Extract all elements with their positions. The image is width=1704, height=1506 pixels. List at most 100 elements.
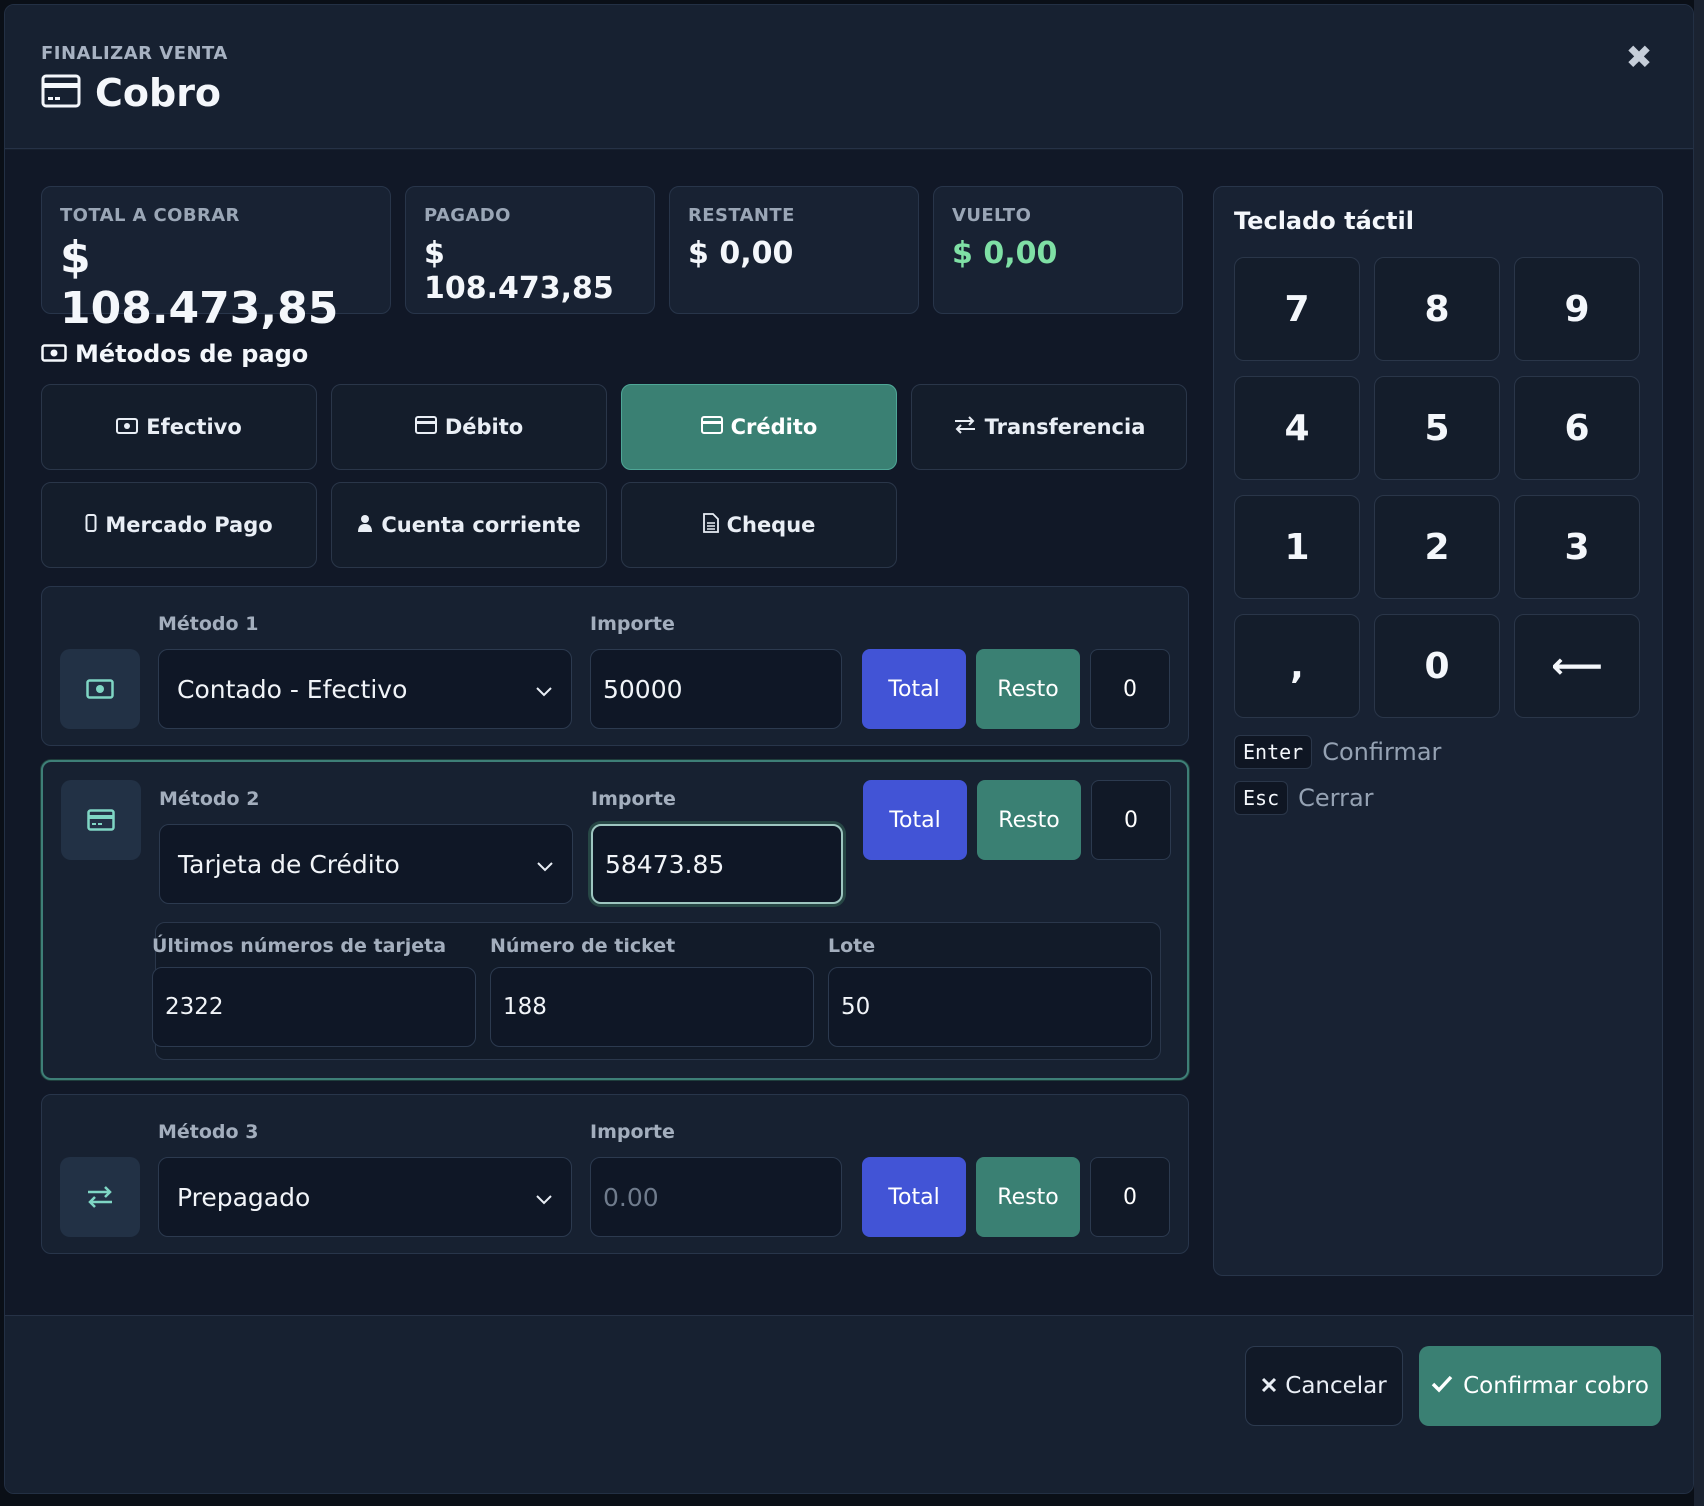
change-card: VUELTO $ 0,00 (933, 186, 1183, 314)
chevron-down-icon (535, 1183, 553, 1212)
zero-button[interactable]: 0 (1090, 649, 1170, 729)
method-select-value: Contado - Efectivo (177, 674, 408, 704)
touch-keypad-panel: Teclado táctil 7 8 9 4 5 6 1 2 3 , 0 ⟵ E… (1213, 186, 1663, 1276)
key-3[interactable]: 3 (1514, 495, 1640, 599)
amount-input[interactable] (590, 1157, 842, 1237)
method-button-cheque[interactable]: Cheque (621, 482, 897, 568)
total-value: $ 108.473,85 (60, 232, 339, 334)
cash-icon (60, 649, 140, 729)
payment-row-1: Método 1 Importe Contado - Efectivo Tota… (41, 586, 1189, 746)
total-button[interactable]: Total (862, 1157, 966, 1237)
method-select[interactable]: Contado - Efectivo (158, 649, 572, 729)
shortcut-key: Enter (1234, 735, 1313, 769)
method-button-efectivo[interactable]: Efectivo (41, 384, 317, 470)
method-button-label: Mercado Pago (105, 513, 273, 537)
cancel-button[interactable]: Cancelar (1245, 1346, 1403, 1426)
key-0[interactable]: 0 (1374, 614, 1500, 718)
total-button[interactable]: Total (863, 780, 967, 860)
method-label: Método 3 (158, 1121, 259, 1143)
rest-button[interactable]: Resto (977, 780, 1081, 860)
card-icon (41, 74, 81, 112)
user-icon (357, 513, 373, 537)
payment-panel: TOTAL A COBRAR $ 108.473,85 PAGADO $ 108… (41, 186, 1189, 1254)
method-label: Método 2 (159, 788, 260, 810)
key-1[interactable]: 1 (1234, 495, 1360, 599)
method-button-mercado-pago[interactable]: Mercado Pago (41, 482, 317, 568)
paid-label: PAGADO (424, 205, 511, 226)
chevron-down-icon (535, 675, 553, 704)
paid-card: PAGADO $ 108.473,85 (405, 186, 655, 314)
phone-icon (85, 513, 97, 537)
key-7[interactable]: 7 (1234, 257, 1360, 361)
total-button[interactable]: Total (862, 649, 966, 729)
summary-cards: TOTAL A COBRAR $ 108.473,85 PAGADO $ 108… (41, 186, 1189, 334)
modal-body: TOTAL A COBRAR $ 108.473,85 PAGADO $ 108… (5, 150, 1693, 1315)
method-button-label: Débito (444, 415, 524, 439)
key-comma[interactable]: , (1234, 614, 1360, 718)
zero-button[interactable]: 0 (1090, 1157, 1170, 1237)
method-select[interactable]: Tarjeta de Crédito (159, 824, 573, 904)
amount-label: Importe (590, 1121, 675, 1143)
key-4[interactable]: 4 (1234, 376, 1360, 480)
method-button-transferencia[interactable]: Transferencia (911, 384, 1187, 470)
check-icon (1431, 1373, 1453, 1399)
backspace-icon[interactable]: ⟵ (1514, 614, 1640, 718)
total-label: TOTAL A COBRAR (60, 205, 240, 226)
method-button-label: Efectivo (146, 415, 242, 439)
methods-title-text: Métodos de pago (75, 340, 309, 368)
ticket-input[interactable] (490, 967, 814, 1047)
key-8[interactable]: 8 (1374, 257, 1500, 361)
confirm-label: Confirmar cobro (1463, 1373, 1649, 1399)
cash-icon (41, 340, 67, 368)
shortcut-esc: Esc Cerrar (1234, 781, 1374, 815)
modal-eyebrow: FINALIZAR VENTA (41, 43, 228, 64)
batch-input[interactable] (828, 967, 1152, 1047)
amount-input[interactable] (590, 649, 842, 729)
change-value: $ 0,00 (952, 236, 1058, 271)
confirm-payment-button[interactable]: Confirmar cobro (1419, 1346, 1661, 1426)
method-buttons: Efectivo Débito Crédito Transferencia Me… (41, 384, 1189, 568)
rest-button[interactable]: Resto (976, 649, 1080, 729)
close-icon[interactable]: ✖ (1621, 38, 1657, 76)
document-icon (702, 512, 719, 538)
change-label: VUELTO (952, 205, 1032, 226)
method-button-debito[interactable]: Débito (331, 384, 607, 470)
last-digits-input[interactable] (152, 967, 476, 1047)
card-icon (414, 415, 437, 439)
key-2[interactable]: 2 (1374, 495, 1500, 599)
key-9[interactable]: 9 (1514, 257, 1640, 361)
method-button-cuenta-corriente[interactable]: Cuenta corriente (331, 482, 607, 568)
cancel-label: Cancelar (1285, 1373, 1387, 1399)
transfer-icon (60, 1157, 140, 1237)
method-button-label: Cheque (726, 513, 816, 537)
method-select[interactable]: Prepagado (158, 1157, 572, 1237)
zero-button[interactable]: 0 (1091, 780, 1171, 860)
amount-label: Importe (591, 788, 676, 810)
method-select-value: Prepagado (177, 1182, 311, 1212)
transfer-icon (953, 415, 977, 439)
keypad-title: Teclado táctil (1234, 207, 1414, 235)
payment-row-2: Método 2 Importe Tarjeta de Crédito Tota… (41, 760, 1189, 1080)
modal-title: Cobro (95, 71, 222, 115)
method-button-label: Transferencia (984, 415, 1146, 439)
payment-row-3: Método 3 Importe Prepagado Total Resto 0 (41, 1094, 1189, 1254)
card-details-panel: Últimos números de tarjeta Número de tic… (152, 922, 1161, 1060)
method-button-credito[interactable]: Crédito (621, 384, 897, 470)
methods-section-title: Métodos de pago (41, 340, 1189, 368)
total-card: TOTAL A COBRAR $ 108.473,85 (41, 186, 391, 334)
chevron-down-icon (536, 850, 554, 879)
key-6[interactable]: 6 (1514, 376, 1640, 480)
amount-input[interactable] (591, 824, 843, 904)
last-digits-label: Últimos números de tarjeta (152, 935, 447, 957)
remaining-value: $ 0,00 (688, 236, 794, 271)
shortcut-label: Cerrar (1298, 784, 1374, 812)
ticket-label: Número de ticket (490, 935, 676, 957)
payment-modal: FINALIZAR VENTA Cobro ✖ TOTAL A COBRAR $… (4, 4, 1694, 1494)
modal-title-row: Cobro (41, 71, 221, 115)
modal-footer: Cancelar Confirmar cobro (5, 1315, 1693, 1493)
rest-button[interactable]: Resto (976, 1157, 1080, 1237)
amount-label: Importe (590, 613, 675, 635)
modal-header: FINALIZAR VENTA Cobro ✖ (5, 5, 1693, 149)
key-5[interactable]: 5 (1374, 376, 1500, 480)
card-icon (61, 780, 141, 860)
